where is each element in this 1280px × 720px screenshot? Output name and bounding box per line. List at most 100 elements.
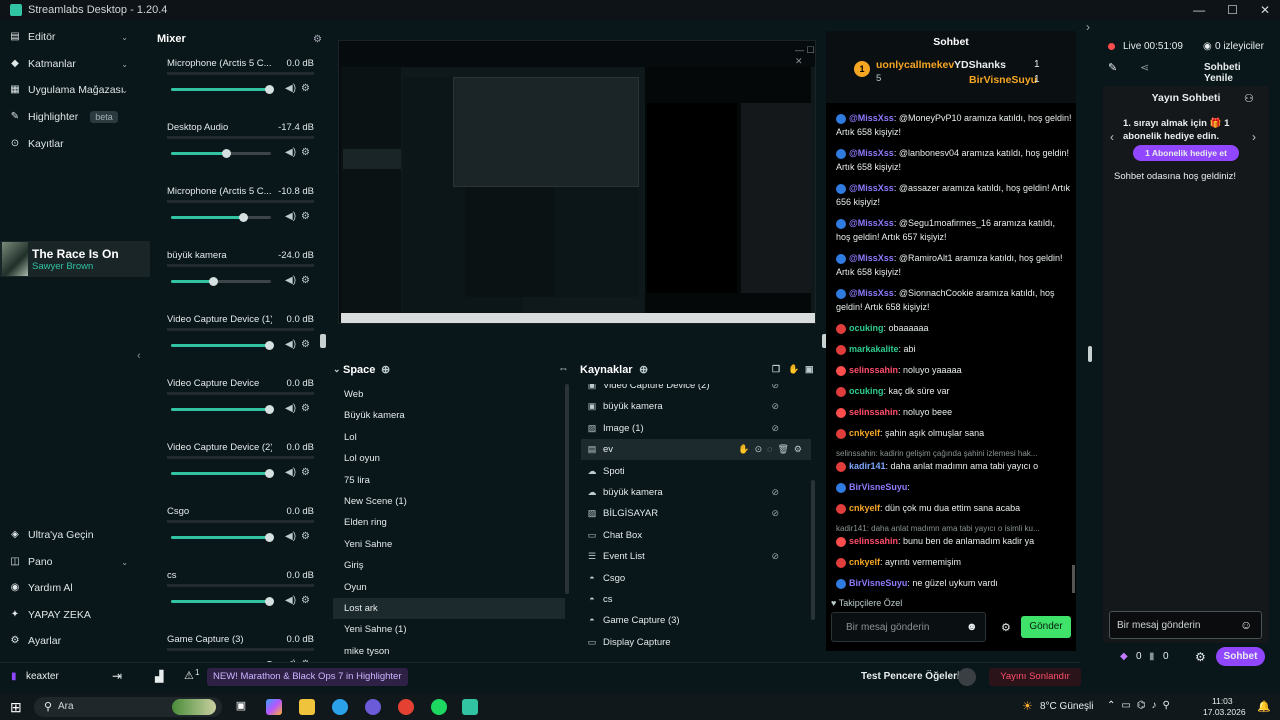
scene-item[interactable]: New Scene (1) — [333, 491, 565, 512]
volume-slider[interactable] — [171, 85, 274, 94]
notification-bell-icon[interactable]: 🔔 — [1257, 700, 1271, 713]
discord-icon[interactable] — [365, 699, 381, 715]
chat-username[interactable]: BirVisneSuyu — [849, 578, 907, 588]
source-item[interactable]: ▨ BİLGİSAYAR ⊘ — [581, 503, 811, 524]
chevron-right-icon[interactable]: › — [1252, 130, 1256, 144]
edit-icon[interactable]: ✎ — [1108, 61, 1117, 74]
tray-icons[interactable]: ⌃▭⌬♪⚲ — [1107, 700, 1176, 711]
hidden-eye-icon[interactable]: ⊘ — [771, 418, 779, 439]
close-icon[interactable]: ✕ — [1260, 3, 1270, 17]
volume-slider[interactable] — [171, 277, 271, 286]
gift-sub-button[interactable]: 1 Abonelik hediye et — [1133, 145, 1239, 161]
emoji-icon[interactable]: ☻ — [966, 621, 978, 633]
chat-username[interactable]: @MissXss — [849, 183, 894, 193]
spotify-icon[interactable] — [431, 699, 447, 715]
speaker-icon[interactable]: ◀) — [285, 211, 296, 222]
chevron-right-icon[interactable]: › — [1086, 20, 1090, 34]
volume-knob[interactable] — [209, 277, 218, 286]
scene-item[interactable]: 75 lira — [333, 470, 565, 491]
hidden-eye-icon[interactable]: ⊘ — [771, 503, 779, 524]
chat-username[interactable]: cnkyelf — [849, 557, 880, 567]
minimize-icon[interactable]: — — [1193, 3, 1205, 17]
gear-icon[interactable]: ⚙ — [301, 595, 310, 606]
scene-item[interactable]: Yeni Sahne — [333, 534, 565, 555]
source-item[interactable]: ▭ Display Capture — [581, 632, 811, 653]
gear-icon[interactable]: ⚙ — [301, 147, 310, 158]
source-item[interactable]: ☰ Event List ⊘ — [581, 546, 811, 567]
news-banner[interactable]: NEW! Marathon & Black Ops 7 in Highlight… — [207, 668, 408, 686]
speaker-icon[interactable]: ◀) — [285, 147, 296, 158]
logout-icon[interactable]: ⇥ — [112, 669, 122, 683]
source-item[interactable]: ◓ Game Capture (3) — [581, 610, 811, 631]
gear-icon[interactable]: ⚙ — [301, 83, 310, 94]
chat-username[interactable]: ocuking — [849, 386, 884, 396]
scene-item[interactable]: Yeni Sahne (1) — [333, 619, 565, 640]
resize-handle[interactable] — [1088, 346, 1092, 362]
source-item[interactable]: ☁ Spoti — [581, 461, 811, 482]
hidden-eye-icon[interactable]: ⊘ — [771, 482, 779, 503]
scene-item[interactable]: Lost ark — [333, 598, 565, 619]
task-view-icon[interactable]: ▣ — [233, 699, 249, 715]
scene-item[interactable]: Elden ring — [333, 512, 565, 533]
gear-icon[interactable]: ⚙ — [1001, 621, 1011, 634]
file-explorer-icon[interactable] — [299, 699, 315, 715]
chat-username[interactable]: cnkyelf — [849, 428, 880, 438]
sidebar-item-ai[interactable]: ✦ YAPAY ZEKA — [10, 609, 128, 621]
speaker-icon[interactable]: ◀) — [285, 339, 296, 350]
edge-icon[interactable] — [332, 699, 348, 715]
scene-item[interactable]: Web — [333, 384, 565, 405]
chat-username[interactable]: selinssahin — [849, 407, 898, 417]
sidebar-item-settings[interactable]: ⚙ Ayarlar — [10, 635, 128, 647]
source-item[interactable]: ▨ Image (1) ⊘ — [581, 418, 811, 439]
send-button[interactable]: Gönder — [1021, 616, 1071, 638]
volume-slider[interactable] — [171, 469, 274, 478]
add-source-icon[interactable]: ⊕ — [639, 363, 648, 376]
chat-username[interactable]: @MissXss — [849, 288, 894, 298]
speaker-icon[interactable]: ◀) — [285, 531, 296, 542]
sidebar-item-dashboard[interactable]: ◫ Pano ⌄ — [10, 556, 128, 568]
collapse-chevron-icon[interactable]: ‹ — [137, 350, 141, 362]
streamlabs-taskbar-icon[interactable] — [462, 699, 478, 715]
users-icon[interactable]: ⚇ — [1244, 92, 1254, 105]
fit-icon[interactable]: ⇔ — [558, 363, 569, 375]
chat-username[interactable]: @MissXss — [849, 113, 894, 123]
source-item[interactable]: ▣ Video Capture Device (2) ⊘ — [581, 384, 811, 396]
chat-input[interactable]: Bir mesaj gönderin — [831, 612, 986, 642]
end-stream-button[interactable]: Yayını Sonlandır — [989, 668, 1081, 686]
sidebar-item-highlighter[interactable]: ✎ Highlighter beta — [10, 111, 128, 123]
sidebar-item-layers[interactable]: ◆ Katmanlar ⌄ — [10, 58, 128, 70]
stats-icon[interactable]: ▟ — [155, 670, 163, 683]
volume-knob[interactable] — [265, 597, 274, 606]
gear-icon[interactable]: ⚙ — [301, 339, 310, 350]
volume-knob[interactable] — [265, 533, 274, 542]
windows-start-icon[interactable]: ⊞ — [10, 699, 22, 716]
chat-username[interactable]: @MissXss — [849, 218, 894, 228]
volume-slider[interactable] — [171, 213, 271, 222]
sidebar-item-help[interactable]: ◉ Yardım Al — [10, 582, 128, 594]
speaker-icon[interactable]: ◀) — [285, 83, 296, 94]
chat-username[interactable]: markakalite — [849, 344, 899, 354]
stream-preview[interactable]: — ☐ ✕ — [338, 40, 816, 324]
copilot-icon[interactable] — [266, 699, 282, 715]
chevron-down-icon[interactable]: ⌄ — [333, 364, 341, 375]
emoji-icon[interactable]: ☺ — [1240, 618, 1252, 632]
speaker-icon[interactable]: ◀) — [285, 403, 296, 414]
source-item[interactable]: ▣ büyük kamera ⊘ — [581, 396, 811, 417]
resize-handle[interactable] — [320, 334, 326, 348]
refresh-chat-button[interactable]: Sohbeti Yenile — [1204, 62, 1272, 84]
scrollbar[interactable] — [565, 384, 569, 594]
chat-username[interactable]: kadir141 — [849, 461, 886, 471]
volume-knob[interactable] — [239, 213, 248, 222]
chat-username[interactable]: @MissXss — [849, 253, 894, 263]
volume-slider[interactable] — [171, 597, 274, 606]
gear-icon[interactable]: ⚙ — [301, 467, 310, 478]
scrollbar[interactable] — [811, 480, 815, 620]
hand-icon[interactable]: ✋ — [788, 364, 799, 375]
sidebar-item-store[interactable]: ▦ Uygulama Mağazası ⌄ — [10, 84, 128, 96]
volume-slider[interactable] — [171, 533, 274, 542]
source-item[interactable]: ◓ cs — [581, 589, 811, 610]
speaker-icon[interactable]: ◀) — [285, 275, 296, 286]
volume-slider[interactable] — [171, 341, 274, 350]
chat-username[interactable]: selinssahin — [849, 536, 898, 546]
volume-knob[interactable] — [265, 469, 274, 478]
